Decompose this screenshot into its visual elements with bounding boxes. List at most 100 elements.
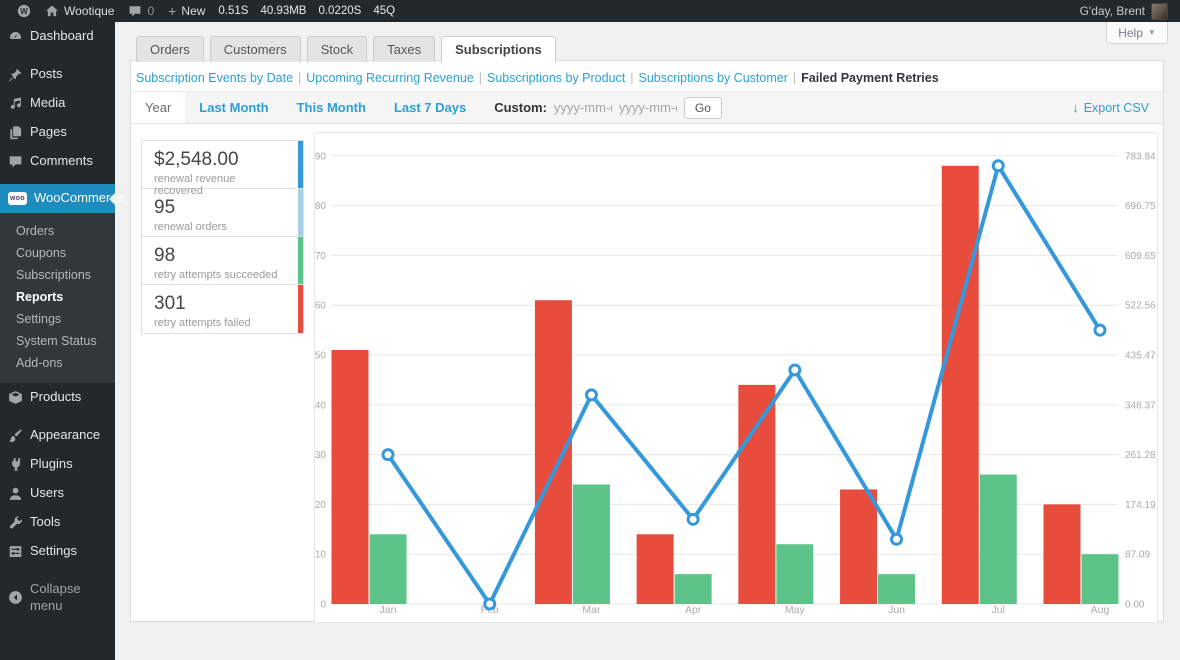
subnav-link-subscriptions-by-product[interactable]: Subscriptions by Product — [487, 71, 625, 85]
tab-subscriptions[interactable]: Subscriptions — [441, 36, 556, 63]
sidebar-item-label: Settings — [30, 543, 77, 560]
svg-text:0.00: 0.00 — [1125, 600, 1145, 611]
subnav-link-events-by-date[interactable]: Subscription Events by Date — [136, 71, 293, 85]
svg-text:40: 40 — [315, 400, 326, 411]
svg-text:Apr: Apr — [685, 604, 702, 616]
woocommerce-icon: woo — [8, 192, 27, 205]
plugin-icon — [8, 457, 23, 472]
legend-value: $2,548.00 — [154, 149, 285, 171]
sidebar-item-plugins[interactable]: Plugins — [0, 450, 115, 479]
pages-icon — [8, 125, 23, 140]
sidebar-item-products[interactable]: Products — [0, 383, 115, 412]
export-csv-link[interactable]: ↓ Export CSV — [1072, 92, 1163, 123]
legend-label: renewal orders — [154, 221, 285, 233]
sidebar-item-label: Media — [30, 95, 65, 112]
sidebar-item-posts[interactable]: Posts — [0, 60, 115, 89]
tab-stock[interactable]: Stock — [307, 36, 368, 62]
comments-menu[interactable]: 0 — [121, 0, 161, 22]
sidebar-item-comments[interactable]: Comments — [0, 147, 115, 176]
admin-bar: W Wootique 0 + New 0.51s 40.93mb 0.0220s… — [0, 0, 1180, 22]
sidebar-item-media[interactable]: Media — [0, 89, 115, 118]
subnav-link-upcoming-recurring-revenue[interactable]: Upcoming Recurring Revenue — [306, 71, 473, 85]
submenu-item-coupons[interactable]: Coupons — [0, 242, 115, 264]
plus-icon: + — [168, 4, 176, 18]
submenu-item-system-status[interactable]: System Status — [0, 330, 115, 352]
go-button[interactable]: Go — [684, 97, 722, 119]
sidebar-item-users[interactable]: Users — [0, 479, 115, 508]
submenu-item-addons[interactable]: Add-ons — [0, 352, 115, 374]
collapse-arrow-icon — [8, 590, 23, 605]
svg-text:783.84: 783.84 — [1125, 151, 1156, 162]
tab-taxes[interactable]: Taxes — [373, 36, 435, 62]
account-menu[interactable]: G'day, Brent — [1080, 3, 1170, 20]
wordpress-admin-screen: W Wootique 0 + New 0.51s 40.93mb 0.0220s… — [0, 0, 1180, 660]
submenu-item-subscriptions[interactable]: Subscriptions — [0, 264, 115, 286]
subnav-link-subscriptions-by-customer[interactable]: Subscriptions by Customer — [639, 71, 788, 85]
sidebar-item-settings[interactable]: Settings — [0, 537, 115, 566]
sidebar-item-label: Appearance — [30, 427, 100, 444]
sidebar-item-woocommerce[interactable]: woo WooCommerce — [0, 184, 115, 213]
site-name-menu[interactable]: Wootique — [38, 0, 121, 22]
help-button[interactable]: Help ▼ — [1106, 22, 1168, 44]
legend-item-retries-succeeded[interactable]: 98 retry attempts succeeded — [142, 237, 303, 285]
svg-text:Jun: Jun — [888, 604, 905, 616]
sidebar-item-pages[interactable]: Pages — [0, 118, 115, 147]
tab-customers[interactable]: Customers — [210, 36, 301, 62]
range-this-month[interactable]: This Month — [283, 92, 380, 123]
download-icon: ↓ — [1072, 100, 1079, 115]
sidebar-item-label: Users — [30, 485, 64, 502]
pushpin-icon — [8, 67, 23, 82]
svg-text:522.56: 522.56 — [1125, 301, 1156, 312]
legend-label: retry attempts succeeded — [154, 269, 285, 281]
subnav-separator: | — [793, 71, 796, 85]
report-tabs: Orders Customers Stock Taxes Subscriptio… — [136, 36, 556, 62]
retries-chart[interactable]: 00.001087.0920174.1930261.2840348.375043… — [315, 133, 1157, 622]
perf-stat-queries: 45q — [367, 5, 401, 17]
media-icon — [8, 96, 23, 111]
legend-color-stripe — [298, 141, 303, 188]
submenu-item-orders[interactable]: Orders — [0, 220, 115, 242]
custom-date-to-input[interactable] — [619, 98, 677, 117]
tab-orders[interactable]: Orders — [136, 36, 204, 62]
custom-date-from-input[interactable] — [554, 98, 612, 117]
sidebar-item-collapse-menu[interactable]: Collapse menu — [0, 575, 115, 621]
legend-item-retries-failed[interactable]: 301 retry attempts failed — [142, 285, 303, 333]
new-content-menu[interactable]: + New — [161, 0, 212, 22]
report-panel: Subscription Events by Date | Upcoming Rec… — [130, 60, 1164, 622]
svg-text:May: May — [785, 604, 806, 616]
svg-text:20: 20 — [315, 500, 326, 511]
svg-text:80: 80 — [315, 201, 326, 212]
legend-value: 95 — [154, 197, 285, 219]
svg-text:W: W — [20, 7, 28, 16]
date-filter-bar: Year Last Month This Month Last 7 Days C… — [131, 91, 1163, 124]
legend-color-stripe — [298, 285, 303, 333]
export-csv-label: Export CSV — [1084, 101, 1149, 115]
chart-container: 00.001087.0920174.1930261.2840348.375043… — [314, 132, 1158, 623]
svg-text:0: 0 — [320, 600, 326, 611]
wordpress-logo-icon: W — [17, 4, 31, 18]
legend-item-renewal-orders[interactable]: 95 renewal orders — [142, 189, 303, 237]
wordpress-logo-menu[interactable]: W — [10, 0, 38, 22]
products-icon — [8, 390, 23, 405]
range-last-7-days[interactable]: Last 7 Days — [380, 92, 480, 123]
svg-text:261.28: 261.28 — [1125, 450, 1156, 461]
perf-stat-memory: 40.93mb — [254, 5, 312, 17]
sidebar-item-dashboard[interactable]: Dashboard — [0, 22, 115, 51]
legend-item-revenue-recovered[interactable]: $2,548.00 renewal revenue recovered — [142, 141, 303, 189]
report-subnav: Subscription Events by Date | Upcoming Rec… — [131, 61, 1163, 85]
settings-sliders-icon — [8, 544, 23, 559]
submenu-item-settings[interactable]: Settings — [0, 308, 115, 330]
user-icon — [8, 486, 23, 501]
svg-text:Mar: Mar — [582, 604, 601, 616]
comments-icon — [8, 154, 23, 169]
content-area: Help ▼ Orders Customers Stock Taxes Subs… — [115, 22, 1180, 660]
sidebar-item-label: Pages — [30, 124, 67, 141]
sidebar-item-appearance[interactable]: Appearance — [0, 421, 115, 450]
legend-value: 301 — [154, 293, 285, 315]
site-name: Wootique — [64, 4, 114, 18]
range-last-month[interactable]: Last Month — [185, 92, 282, 123]
sidebar-item-label: Dashboard — [30, 28, 94, 45]
sidebar-item-tools[interactable]: Tools — [0, 508, 115, 537]
range-year[interactable]: Year — [131, 92, 185, 123]
submenu-item-reports[interactable]: Reports — [0, 286, 115, 308]
